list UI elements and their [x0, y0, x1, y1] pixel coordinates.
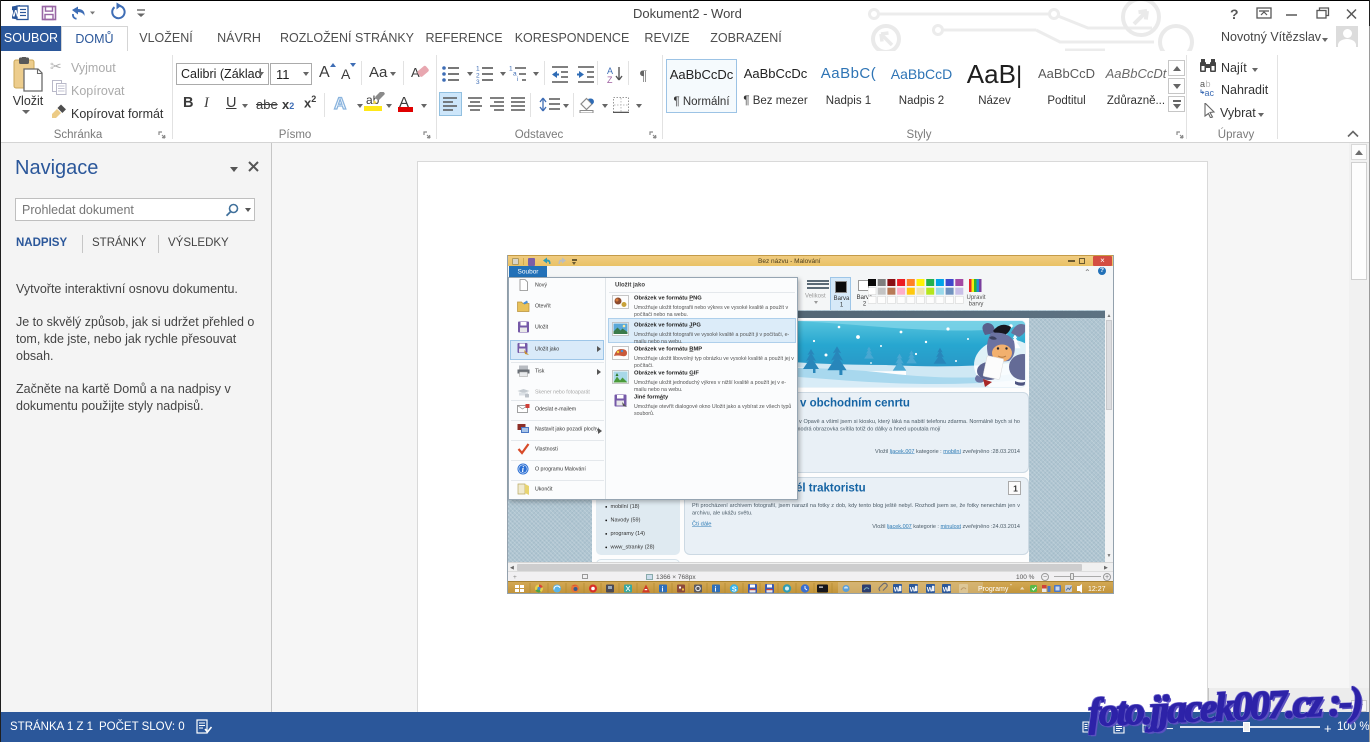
svg-text:Programy: Programy [978, 586, 1009, 593]
svg-text:i: i [517, 76, 518, 83]
svg-text:12:27: 12:27 [1088, 586, 1106, 593]
svg-text:¶: ¶ [640, 68, 647, 84]
svg-text:3: 3 [476, 79, 480, 84]
svg-text:?: ? [1230, 6, 1239, 22]
svg-text:1: 1 [476, 66, 480, 73]
svg-text:ac: ac [1205, 88, 1215, 97]
svg-text:W: W [11, 9, 20, 20]
svg-text:i: i [662, 587, 664, 594]
svg-text:i: i [715, 587, 717, 594]
svg-text:Z: Z [607, 75, 613, 84]
svg-text:S: S [732, 584, 737, 593]
svg-text:”: ” [1010, 584, 1012, 590]
